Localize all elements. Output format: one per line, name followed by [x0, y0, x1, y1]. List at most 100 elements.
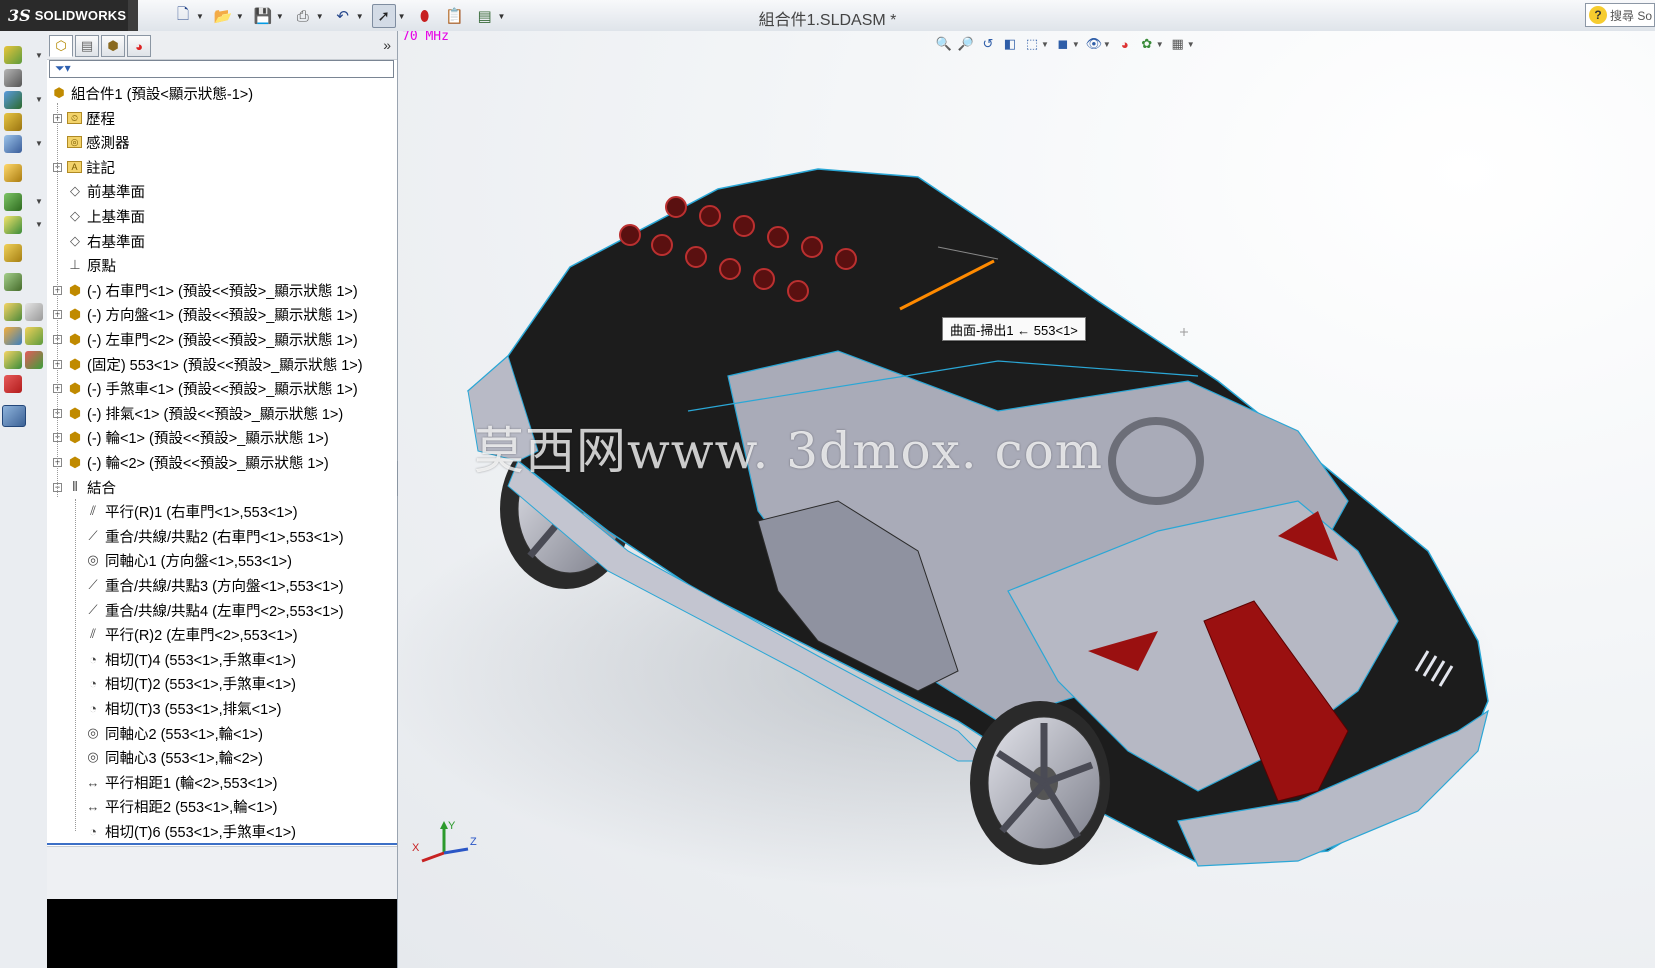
tree-item[interactable]: ↔ 平行相距2 (553<1>,輪<1>) [85, 794, 278, 818]
tree-item[interactable]: ⏲ 歷程 [67, 106, 115, 130]
tree-item-label: 平行相距1 (輪<2>,553<1>) [105, 775, 278, 792]
tree-item[interactable]: ⬢ (固定) 553<1> (預設<<預設>_顯示狀態 1>) [67, 352, 363, 376]
interference-detection-icon[interactable] [4, 327, 22, 345]
triad-label-y: Y [448, 821, 456, 832]
tree-item[interactable]: ◎ 同軸心1 (方向盤<1>,553<1>) [85, 548, 292, 572]
chevron-down-icon[interactable]: ▼ [35, 220, 43, 229]
concentric-mate-icon: ◎ [87, 552, 99, 567]
tree-item[interactable]: ◇ 前基準面 [67, 179, 145, 203]
property-manager-tab-icon[interactable]: ▤ [75, 35, 99, 57]
graphics-area[interactable]: 70 MHz 🔍 🔎 ↺ ◧ ⬚ ▼ ◼ ▼ 👁 ▼ ◕ ✿ ▼ ▦ ▼ 莫西网… [398, 31, 1655, 968]
tree-item[interactable]: ◇ 右基準面 [67, 229, 145, 253]
file-properties-icon[interactable]: 📋 [444, 5, 466, 27]
tree-item[interactable]: ⬢ (-) 輪<1> (預設<<預設>_顯示狀態 1>) [67, 425, 329, 449]
rebuild-traffic-light-icon[interactable]: ⬮ [414, 5, 436, 27]
tree-item[interactable]: ⬢ (-) 手煞車<1> (預設<<預設>_顯示狀態 1>) [67, 376, 358, 400]
open-folder-icon[interactable]: 📂 [212, 5, 234, 27]
save-icon[interactable]: 💾 [252, 5, 274, 27]
tree-item[interactable]: ◔ 相切(T)2 (553<1>,手煞車<1>) [85, 671, 296, 695]
new-motion-study-icon[interactable] [4, 244, 22, 262]
explode-line-sketch-icon[interactable] [25, 303, 43, 321]
tree-item[interactable]: ◔ 相切(T)6 (553<1>,手煞車<1>) [85, 819, 296, 843]
show-hidden-icon[interactable] [4, 164, 22, 182]
display-manager-tab-icon[interactable]: ◕ [127, 35, 151, 57]
part-icon: ⬢ [68, 404, 82, 421]
plane-icon: ◇ [70, 208, 80, 223]
tree-item[interactable]: ↔ 平行相距1 (輪<2>,553<1>) [85, 770, 278, 794]
tree-item[interactable]: ◇ 上基準面 [67, 204, 145, 228]
tree-item[interactable]: ◎ 同軸心2 (553<1>,輪<1>) [85, 721, 263, 745]
part-icon: ⬢ [68, 305, 82, 322]
tree-item[interactable]: ⫽ 平行(R)1 (右車門<1>,553<1>) [85, 499, 298, 523]
options-icon[interactable]: ▤ [474, 5, 496, 27]
smart-fasteners-icon[interactable] [4, 113, 22, 131]
toolbox-icon[interactable] [2, 405, 26, 427]
chevron-down-icon[interactable]: ▼ [236, 12, 244, 21]
menu-flyout-arrow[interactable] [128, 0, 138, 31]
configuration-manager-tab-icon[interactable]: ⬢ [101, 35, 125, 57]
chevron-down-icon[interactable]: ▼ [398, 12, 406, 21]
plane-icon: ◇ [70, 233, 80, 248]
feature-tree-tab-icon[interactable]: ⬡ [49, 35, 73, 57]
mate-icon[interactable] [4, 69, 22, 87]
hole-alignment-icon[interactable] [4, 351, 22, 369]
print-icon[interactable]: ⎙ [292, 5, 314, 27]
expand-panel-icon[interactable]: » [383, 37, 391, 53]
new-document-icon[interactable]: 🗋 [172, 5, 194, 27]
search-input[interactable]: ? 搜尋 So [1585, 3, 1655, 27]
tree-item[interactable]: ⟋ 重合/共線/共點2 (右車門<1>,553<1>) [85, 524, 343, 548]
tree-item[interactable]: A 註記 [67, 155, 115, 179]
tree-item[interactable]: ⊥ 原點 [67, 253, 116, 277]
tree-item-label: (-) 左車門<2> (預設<<預設>_顯示狀態 1>) [87, 332, 358, 349]
tree-item[interactable]: ⬢ (-) 排氣<1> (預設<<預設>_顯示狀態 1>) [67, 401, 343, 425]
tree-bottom-divider [47, 843, 397, 845]
tree-item[interactable]: ⟋ 重合/共線/共點4 (左車門<2>,553<1>) [85, 598, 343, 622]
chevron-down-icon[interactable]: ▼ [276, 12, 284, 21]
tree-item[interactable]: ⬢ (-) 右車門<1> (預設<<預設>_顯示狀態 1>) [67, 278, 358, 302]
tree-item-label: 右基準面 [87, 234, 145, 251]
chevron-down-icon[interactable]: ▼ [35, 95, 43, 104]
chevron-down-icon[interactable]: ▼ [35, 197, 43, 206]
tree-item[interactable]: ◔ 相切(T)3 (553<1>,排氣<1>) [85, 696, 281, 720]
select-pointer-icon[interactable]: ➚ [371, 4, 396, 28]
tree-item[interactable]: ◎ 同軸心3 (553<1>,輪<2>) [85, 745, 263, 769]
chevron-down-icon[interactable]: ▼ [35, 139, 43, 148]
concentric-mate-icon: ◎ [87, 749, 99, 764]
undo-icon[interactable]: ↶ [332, 5, 354, 27]
selection-tooltip: 曲面-掃出1 ← 553<1> [942, 317, 1086, 341]
exploded-view-icon[interactable] [4, 303, 22, 321]
tree-item[interactable]: ◔ 相切(T)4 (553<1>,手煞車<1>) [85, 647, 296, 671]
tree-item[interactable]: ⬢ (-) 輪<2> (預設<<預設>_顯示狀態 1>) [67, 450, 329, 474]
chevron-down-icon[interactable]: ▼ [498, 12, 506, 21]
tree-root-assembly[interactable]: ⬢ 組合件1 (預設<顯示狀態-1>) [51, 81, 253, 105]
chevron-down-icon[interactable]: ▼ [35, 51, 43, 60]
solidworks-logo[interactable]: 3S SOLIDWORKS [0, 0, 128, 31]
tree-item[interactable]: ◎ 感測器 [67, 130, 130, 154]
parallel-mate-icon: ⫽ [90, 503, 96, 518]
insert-component-icon[interactable] [4, 46, 22, 64]
help-icon[interactable]: ? [1589, 6, 1607, 24]
car-model-3d[interactable] [398, 31, 1655, 968]
part-icon: ⬢ [68, 281, 82, 298]
tree-item[interactable]: ⟋ 重合/共線/共點3 (方向盤<1>,553<1>) [85, 573, 343, 597]
filter-funnel-icon[interactable]: ⏷▾ [55, 61, 71, 76]
tree-item[interactable]: ⬢ (-) 方向盤<1> (預設<<預設>_顯示狀態 1>) [67, 302, 358, 326]
tree-item[interactable]: ⫽ 平行(R)2 (左車門<2>,553<1>) [85, 622, 298, 646]
tree-filter-input[interactable]: ⏷▾ [49, 60, 394, 78]
chevron-down-icon[interactable]: ▼ [316, 12, 324, 21]
tree-item[interactable]: ⦀ 結合 [67, 475, 116, 499]
linear-pattern-icon[interactable] [4, 91, 22, 109]
move-component-icon[interactable] [4, 135, 22, 153]
clearance-verification-icon[interactable] [25, 327, 43, 345]
snapshot-icon[interactable] [4, 375, 22, 393]
chevron-down-icon[interactable]: ▼ [196, 12, 204, 21]
part-icon: ⬢ [68, 379, 82, 396]
reference-geometry-icon[interactable] [4, 216, 22, 234]
chevron-down-icon[interactable]: ▼ [356, 12, 364, 21]
assembly-features-icon[interactable] [4, 193, 22, 211]
tree-item-label: 平行(R)1 (右車門<1>,553<1>) [105, 504, 298, 521]
bill-of-materials-icon[interactable] [4, 273, 22, 291]
tree-item[interactable]: ⬢ (-) 左車門<2> (預設<<預設>_顯示狀態 1>) [67, 327, 358, 351]
instant3d-icon[interactable] [25, 351, 43, 369]
front-wheel[interactable] [970, 701, 1110, 865]
